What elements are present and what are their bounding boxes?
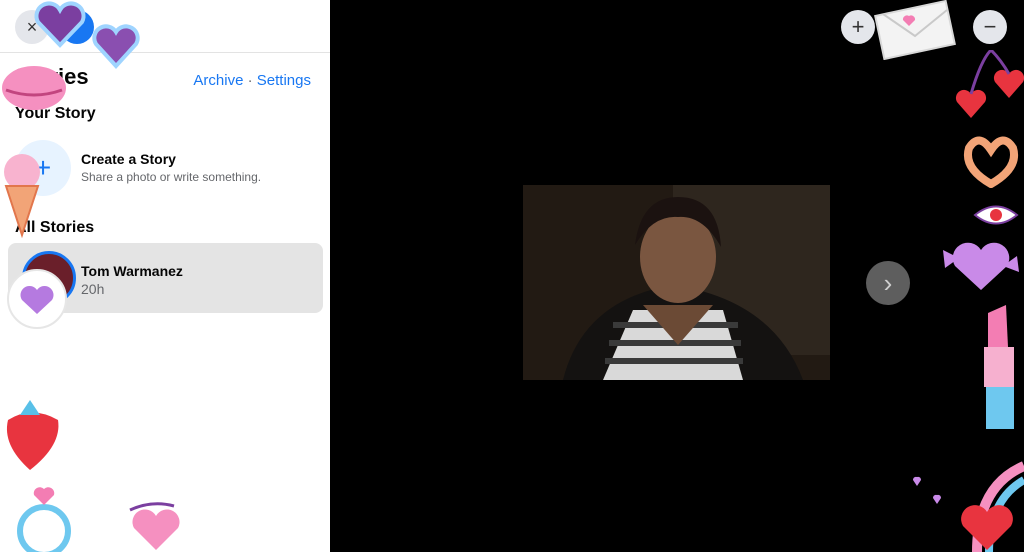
- cherry-sticker-icon: [955, 50, 1024, 118]
- heart-sticker-icon: [92, 24, 140, 69]
- pretzel-sticker-icon: [964, 136, 1018, 188]
- heart-sticker-icon: [34, 1, 86, 48]
- rainbow-heart-sticker-icon: [912, 461, 1024, 552]
- next-story-button[interactable]: ›: [866, 261, 910, 305]
- person-photo-icon: [523, 185, 830, 380]
- plus-icon: +: [851, 14, 865, 39]
- stories-sidebar: × Stories Archive · Settings Your Story …: [0, 0, 330, 552]
- envelope-sticker-icon: [874, 0, 956, 60]
- candy-heart-sticker-icon: [943, 242, 1019, 290]
- chevron-right-icon: ›: [883, 267, 893, 298]
- settings-link[interactable]: Settings: [257, 72, 311, 89]
- lipstick-sticker-icon: [984, 305, 1014, 429]
- create-story-item[interactable]: + Create a Story Share a photo or write …: [15, 138, 315, 198]
- archive-link[interactable]: Archive: [193, 72, 243, 89]
- create-story-title: Create a Story: [81, 151, 176, 167]
- create-story-subtitle: Share a photo or write something.: [81, 170, 262, 184]
- link-separator: ·: [247, 72, 253, 89]
- story-author-name: Tom Warmanez: [81, 263, 183, 279]
- minus-icon: −: [983, 14, 997, 39]
- eye-sticker-icon: [973, 205, 1019, 225]
- strawberry-sticker-icon: [6, 400, 59, 470]
- heart-sticker-icon: [129, 502, 180, 550]
- icecream-sticker-icon: [4, 154, 40, 239]
- story-timestamp: 20h: [81, 281, 105, 297]
- add-sticker-button[interactable]: +: [841, 10, 875, 44]
- header-links: Archive · Settings: [193, 72, 311, 89]
- story-video[interactable]: [523, 185, 830, 380]
- ring-sticker-icon: [17, 487, 71, 552]
- minimize-button[interactable]: −: [973, 10, 1007, 44]
- lips-sticker-icon: [2, 66, 66, 110]
- heart-badge-sticker-icon: [7, 269, 67, 329]
- story-viewer: › + −: [331, 0, 1024, 552]
